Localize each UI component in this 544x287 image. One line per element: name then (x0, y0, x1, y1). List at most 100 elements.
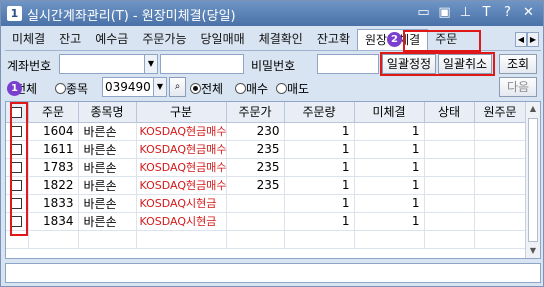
unfilled-cell: 1 (354, 194, 425, 213)
qty-cell: 1 (284, 140, 355, 159)
tab-next-icon[interactable]: ▶ (527, 32, 539, 47)
order-no-cell: 1822 (28, 176, 79, 195)
qty-cell: 1 (284, 194, 355, 213)
table-row[interactable]: 1833 바른손 KOSDAQ시현금 1 1 (6, 194, 527, 213)
empty-cell (78, 230, 137, 249)
col-header-qty[interactable]: 주문량 (284, 102, 355, 123)
radio-icon (235, 83, 246, 94)
order-type-cell: KOSDAQ시현금 (136, 212, 227, 231)
unfilled-orders-grid: 주문 종목명 구분 주문가 주문량 미체결 상태 원주문 1604 바른손 KOSD… (5, 101, 541, 259)
price-cell: 235 (226, 158, 285, 177)
status-cell (424, 158, 475, 177)
table-row[interactable]: 1834 바른손 KOSDAQ시현금 1 1 (6, 212, 527, 231)
empty-cell (136, 230, 227, 249)
status-cell (424, 122, 475, 141)
tab-deposit[interactable]: 예수금 (88, 29, 135, 50)
password-field[interactable] (317, 54, 379, 74)
radio-checked-icon (190, 83, 201, 94)
status-bar (5, 263, 541, 283)
col-header-status[interactable]: 상태 (424, 102, 475, 123)
account-dropdown-icon[interactable]: ▼ (144, 54, 158, 74)
col-header-unfilled[interactable]: 미체결 (354, 102, 425, 123)
orders-table: 주문 종목명 구분 주문가 주문량 미체결 상태 원주문 1604 바른손 KOSD… (6, 102, 527, 249)
dock-icon[interactable]: ▣ (436, 4, 453, 22)
status-cell (424, 212, 475, 231)
stock-name-cell: 바른손 (78, 194, 137, 213)
close-icon[interactable]: ✕ (520, 4, 537, 22)
order-type-cell: KOSDAQ시현금 (136, 194, 227, 213)
next-button[interactable]: 다음 (499, 77, 537, 97)
price-cell: 235 (226, 176, 285, 195)
font-icon[interactable]: T (478, 4, 495, 22)
tab-balance[interactable]: 잔고 (52, 29, 88, 50)
unfilled-cell: 1 (354, 140, 425, 159)
highlight-checkboxes (10, 102, 28, 236)
tab-balance-check[interactable]: 잔고확 (310, 29, 357, 50)
col-header-order[interactable]: 주문 (28, 102, 79, 123)
original-order-cell (474, 212, 527, 231)
col-header-type[interactable]: 구분 (136, 102, 227, 123)
tab-unfilled[interactable]: 미체결 (5, 29, 52, 50)
account-label: 계좌번호 (7, 59, 52, 73)
account-window: 1 실시간계좌관리(T) - 원장미체결(당일) ▭ ▣ ⊥ T ? ✕ 미체결… (0, 0, 544, 287)
unfilled-cell: 1 (354, 158, 425, 177)
qty-cell: 1 (284, 158, 355, 177)
stock-name-cell: 바른손 (78, 122, 137, 141)
col-header-original[interactable]: 원주문 (474, 102, 527, 123)
qty-cell: 1 (284, 176, 355, 195)
empty-cell (226, 230, 285, 249)
side-all-radio[interactable]: 전체 (190, 80, 223, 97)
grid-scrollbar[interactable]: ▲ ▼ (525, 102, 540, 258)
side-buy-radio[interactable]: 매수 (235, 80, 268, 97)
query-button[interactable]: 조회 (499, 54, 537, 74)
account-name-field (160, 54, 244, 74)
tab-daily-trade[interactable]: 당일매매 (194, 29, 252, 50)
table-row[interactable]: 1822 바른손 KOSDAQ현금매수 235 1 1 (6, 176, 527, 195)
col-header-name[interactable]: 종목명 (78, 102, 137, 123)
table-row[interactable]: 1604 바른손 KOSDAQ현금매수 230 1 1 (6, 122, 527, 141)
col-header-price[interactable]: 주문가 (226, 102, 285, 123)
radio-icon (55, 83, 66, 94)
code-dropdown-icon[interactable]: ▼ (153, 77, 167, 97)
password-label: 비밀번호 (251, 59, 296, 73)
order-no-cell: 1604 (28, 122, 79, 141)
step-badge-2: 2 (387, 32, 402, 47)
side-sell-radio[interactable]: 매도 (276, 80, 309, 97)
title-bar[interactable]: 1 실시간계좌관리(T) - 원장미체결(당일) ▭ ▣ ⊥ T ? ✕ (1, 1, 543, 26)
original-order-cell (474, 158, 527, 177)
empty-cell (474, 230, 527, 249)
account-field[interactable] (59, 54, 145, 74)
price-cell: 230 (226, 122, 285, 141)
original-order-cell (474, 176, 527, 195)
tab-scroller: ◀ ▶ (515, 32, 539, 47)
price-cell: 235 (226, 140, 285, 159)
table-row[interactable]: 1611 바른손 KOSDAQ현금매수 235 1 1 (6, 140, 527, 159)
stock-name-cell: 바른손 (78, 176, 137, 195)
tab-fill-check[interactable]: 체결확인 (252, 29, 310, 50)
table-row[interactable]: 1783 바른손 KOSDAQ현금매수 235 1 1 (6, 158, 527, 177)
search-icon[interactable]: ⌕ (169, 77, 186, 97)
window-title: 실시간계좌관리(T) - 원장미체결(당일) (27, 9, 236, 24)
scope-item-radio[interactable]: 종목 (55, 80, 88, 97)
status-cell (424, 176, 475, 195)
restore-icon[interactable]: ▭ (415, 4, 432, 22)
scroll-thumb[interactable] (528, 118, 538, 242)
code-field[interactable]: 039490 (102, 77, 154, 97)
scroll-down-icon[interactable]: ▼ (526, 244, 540, 258)
radio-icon (276, 83, 287, 94)
highlight-tab (403, 30, 481, 52)
window-number: 1 (7, 6, 22, 21)
help-icon[interactable]: ? (499, 4, 516, 22)
order-type-cell: KOSDAQ현금매수 (136, 122, 227, 141)
pin-icon[interactable]: ⊥ (457, 4, 474, 22)
order-no-cell: 1834 (28, 212, 79, 231)
order-no-cell: 1783 (28, 158, 79, 177)
order-type-cell: KOSDAQ현금매수 (136, 158, 227, 177)
scroll-up-icon[interactable]: ▲ (526, 102, 540, 116)
tab-order-available[interactable]: 주문가능 (135, 29, 193, 50)
empty-cell (424, 230, 475, 249)
empty-cell (284, 230, 355, 249)
tab-prev-icon[interactable]: ◀ (515, 32, 527, 47)
original-order-cell (474, 122, 527, 141)
qty-cell: 1 (284, 122, 355, 141)
